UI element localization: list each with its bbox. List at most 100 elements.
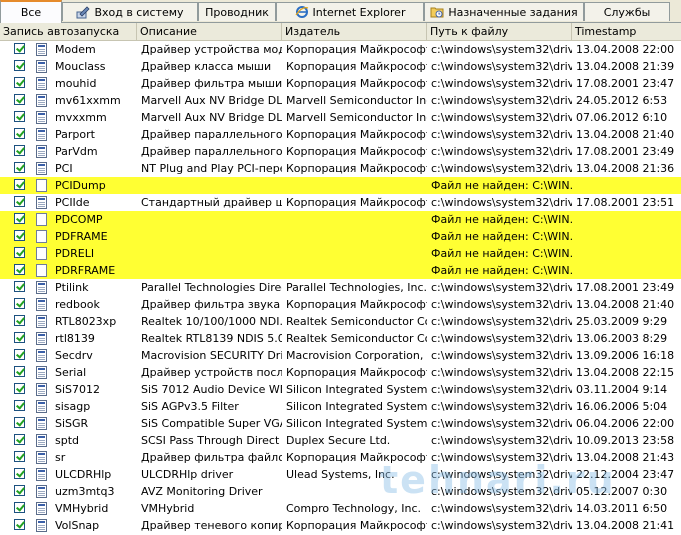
enabled-checkbox[interactable] (14, 519, 25, 530)
entry-timestamp: 17.08.2001 23:47 (576, 77, 675, 90)
enabled-checkbox[interactable] (14, 111, 25, 122)
enabled-checkbox[interactable] (14, 417, 25, 428)
column-header-publisher[interactable]: Издатель (282, 23, 427, 40)
column-header-entry[interactable]: Запись автозапуска (0, 23, 137, 40)
enabled-checkbox[interactable] (14, 349, 25, 360)
table-row[interactable]: PDCOMP Файл не найден: C:\WIN... (0, 211, 681, 228)
entry-path: c:\windows\system32\drive... (431, 519, 572, 532)
enabled-checkbox[interactable] (14, 60, 25, 71)
entry-description: ULCDRHlp driver (141, 468, 234, 481)
entry-description (139, 211, 282, 228)
entry-publisher: Корпорация Майкрософт (286, 145, 427, 158)
table-row[interactable]: rtl8139 Realtek RTL8139 NDIS 5.0... Realte… (0, 330, 681, 347)
enabled-checkbox[interactable] (14, 264, 25, 275)
enabled-checkbox[interactable] (14, 400, 25, 411)
entry-publisher: Marvell Semiconductor Inc. (286, 94, 427, 107)
enabled-checkbox[interactable] (14, 213, 25, 224)
table-row[interactable]: Secdrv Macrovision SECURITY Dri... Macrovi… (0, 347, 681, 364)
table-row[interactable]: mv61xxmm Marvell Aux NV Bridge DLL Marvell… (0, 92, 681, 109)
entry-name: RTL8023xp (55, 315, 117, 328)
table-row[interactable]: uzm3mtq3 AVZ Monitoring Driver c:\windows\… (0, 483, 681, 500)
entry-publisher: Корпорация Майкрософт (286, 298, 427, 311)
table-row[interactable]: Ptilink Parallel Technologies Direct... Pa… (0, 279, 681, 296)
entry-timestamp: 13.04.2008 22:00 (576, 43, 675, 56)
column-header-path[interactable]: Путь к файлу (427, 23, 572, 40)
entry-name: Parport (55, 128, 95, 141)
table-row[interactable]: redbook Драйвер фильтра звука "... Корпора… (0, 296, 681, 313)
table-row[interactable]: PDRFRAME Файл не найден: C:\WIN... (0, 262, 681, 279)
table-row[interactable]: Serial Драйвер устройств после... Корпорац… (0, 364, 681, 381)
enabled-checkbox[interactable] (14, 128, 25, 139)
tab-services[interactable]: Службы (584, 2, 670, 21)
table-row[interactable]: mouhid Драйвер фильтра мыши ... Корпорация… (0, 75, 681, 92)
table-row[interactable]: PDRELI Файл не найден: C:\WIN... (0, 245, 681, 262)
enabled-checkbox[interactable] (14, 315, 25, 326)
enabled-checkbox[interactable] (14, 94, 25, 105)
entry-timestamp: 14.03.2011 6:50 (576, 502, 668, 515)
table-row[interactable]: SiS7012 SiS 7012 Audio Device WD... Silico… (0, 381, 681, 398)
file-icon (36, 60, 47, 73)
entry-description: Realtek 10/100/1000 NDI... (141, 315, 282, 328)
table-row[interactable]: PCI NT Plug and Play PCI-пере... Корпораци… (0, 160, 681, 177)
table-row[interactable]: PCIIde Стандартный драйвер ши... Корпораци… (0, 194, 681, 211)
table-row[interactable]: Mouclass Драйвер класса мыши Корпорация Ма… (0, 58, 681, 75)
enabled-checkbox[interactable] (14, 332, 25, 343)
enabled-checkbox[interactable] (14, 230, 25, 241)
file-icon (36, 383, 47, 396)
entry-name: sr (55, 451, 66, 464)
enabled-checkbox[interactable] (14, 162, 25, 173)
enabled-checkbox[interactable] (14, 434, 25, 445)
entry-description: Драйвер класса мыши (141, 60, 272, 73)
column-header-timestamp[interactable]: Timestamp (572, 23, 681, 40)
entry-name: VMHybrid (55, 502, 109, 515)
enabled-checkbox[interactable] (14, 145, 25, 156)
table-row[interactable]: sisagp SiS AGPv3.5 Filter Silicon Integrat… (0, 398, 681, 415)
column-header-row: Запись автозапуска Описание Издатель Пут… (0, 23, 681, 41)
enabled-checkbox[interactable] (14, 485, 25, 496)
entry-timestamp: 17.08.2001 23:51 (576, 196, 675, 209)
enabled-checkbox[interactable] (14, 298, 25, 309)
tab-internet-explorer[interactable]: Internet Explorer (276, 2, 424, 21)
entry-path: Файл не найден: C:\WIN... (431, 247, 572, 260)
table-row[interactable]: ULCDRHlp ULCDRHlp driver Ulead Systems, In… (0, 466, 681, 483)
table-row[interactable]: ParVdm Драйвер параллельного ... Корпораци… (0, 143, 681, 160)
tab-explorer[interactable]: Проводник (198, 2, 276, 21)
table-row[interactable]: SiSGR SiS Compatible Super VGA ... Silicon… (0, 415, 681, 432)
enabled-checkbox[interactable] (14, 43, 25, 54)
entry-publisher: Silicon Integrated Systems ... (286, 417, 427, 430)
enabled-checkbox[interactable] (14, 196, 25, 207)
table-row[interactable]: Modem Драйвер устройства мод... Корпорация… (0, 41, 681, 58)
enabled-checkbox[interactable] (14, 366, 25, 377)
entry-path: c:\windows\system32\drive... (431, 60, 572, 73)
column-header-description[interactable]: Описание (137, 23, 282, 40)
tab-all[interactable]: Все (0, 0, 62, 23)
table-row[interactable]: RTL8023xp Realtek 10/100/1000 NDI... Realt… (0, 313, 681, 330)
tab-scheduled-tasks[interactable]: Назначенные задания (424, 2, 584, 21)
entry-description: VMHybrid (141, 502, 195, 515)
enabled-checkbox[interactable] (14, 468, 25, 479)
table-row[interactable]: VMHybrid VMHybrid Compro Technology, Inc. c… (0, 500, 681, 517)
entry-description: Драйвер теневого копир... (141, 519, 282, 532)
table-row[interactable]: sr Драйвер фильтра файлов... Корпорация Ма… (0, 449, 681, 466)
entry-timestamp: 13.09.2006 16:18 (576, 349, 675, 362)
table-row[interactable]: mvxxmm Marvell Aux NV Bridge DLL Marvell S… (0, 109, 681, 126)
entry-path: c:\windows\system32\drive... (431, 451, 572, 464)
entry-publisher: Ulead Systems, Inc. (286, 468, 395, 481)
enabled-checkbox[interactable] (14, 281, 25, 292)
table-row[interactable]: VolSnap Драйвер теневого копир... Корпорац… (0, 517, 681, 534)
tab-logon[interactable]: Вход в систему (62, 2, 198, 21)
entry-path: c:\windows\system32\drive... (431, 77, 572, 90)
table-row[interactable]: PDFRAME Файл не найден: C:\WIN... (0, 228, 681, 245)
entry-name: PCIIde (55, 196, 90, 209)
table-row[interactable]: PCIDump Файл не найден: C:\WIN... (0, 177, 681, 194)
enabled-checkbox[interactable] (14, 179, 25, 190)
enabled-checkbox[interactable] (14, 247, 25, 258)
enabled-checkbox[interactable] (14, 502, 25, 513)
table-row[interactable]: Parport Драйвер параллельного ... Корпорац… (0, 126, 681, 143)
entry-description: Драйвер параллельного ... (141, 128, 282, 141)
table-row[interactable]: sptd SCSI Pass Through Direct ... Duplex S… (0, 432, 681, 449)
enabled-checkbox[interactable] (14, 77, 25, 88)
enabled-checkbox[interactable] (14, 451, 25, 462)
entry-path: c:\windows\system32\drive... (431, 94, 572, 107)
enabled-checkbox[interactable] (14, 383, 25, 394)
